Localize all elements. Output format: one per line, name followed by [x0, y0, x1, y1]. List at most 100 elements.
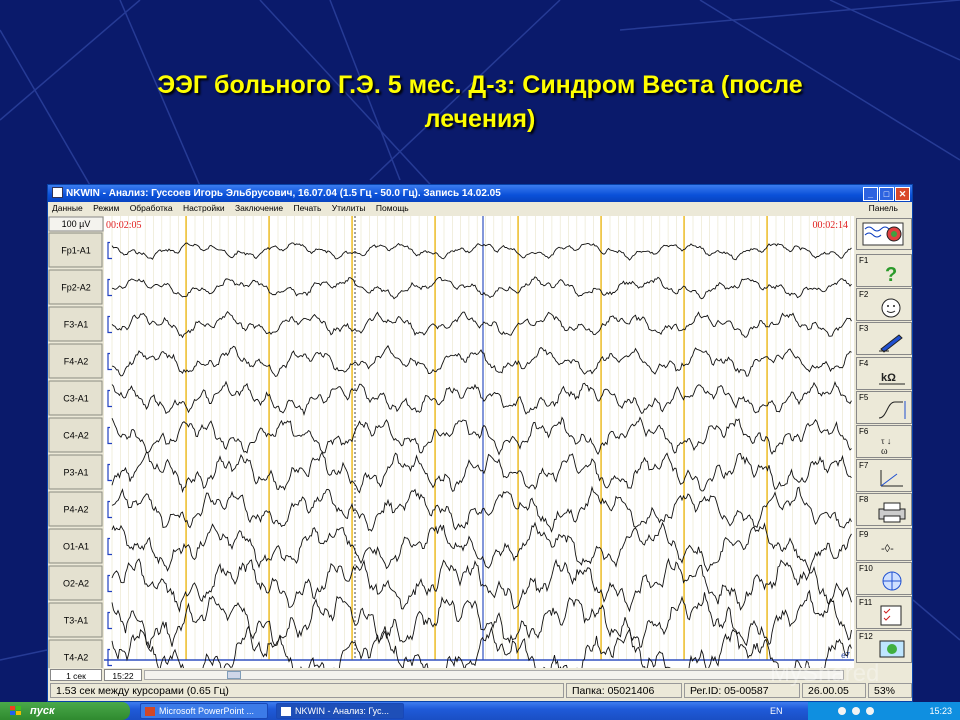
windows-logo-icon: [10, 706, 21, 715]
scroll-thumb[interactable]: [227, 671, 241, 679]
horizontal-scrollbar[interactable]: [144, 670, 844, 680]
nkwin-window: NKWIN - Анализ: Гуссоев Игорь Эльбрусови…: [47, 184, 913, 702]
clock: 15:23: [929, 706, 952, 716]
fkey-label: F1: [859, 256, 869, 265]
time-right: 00:02:14: [812, 220, 848, 231]
printer-icon: [878, 502, 906, 523]
fkey-label: F4: [859, 358, 869, 368]
fkey-f4-button[interactable]: F4 kΩ: [856, 356, 912, 390]
montage-view-button[interactable]: [856, 218, 912, 250]
close-button[interactable]: ✕: [895, 187, 910, 201]
maximize-button[interactable]: □: [879, 187, 894, 201]
menu-mode[interactable]: Режим: [93, 203, 119, 213]
menu-panel[interactable]: Панель: [869, 202, 898, 215]
fkey-label: F3: [859, 324, 869, 334]
menubar: Данные Режим Обработка Настройки Заключе…: [48, 202, 912, 215]
fkey-f8-button[interactable]: F8: [856, 493, 912, 527]
fkey-f7-button[interactable]: F7: [856, 459, 912, 493]
tray-icon-3[interactable]: [866, 707, 874, 715]
eeg-trace: [111, 625, 852, 668]
start-button[interactable]: пуск: [0, 702, 130, 720]
watermark: MyShared: [770, 660, 880, 687]
eeg-trace: [111, 451, 852, 494]
taskbar: пуск Microsoft PowerPoint ... NKWIN - Ан…: [0, 702, 960, 720]
menu-data[interactable]: Данные: [52, 203, 83, 213]
channel-label: O1-A1: [63, 542, 89, 552]
svg-text:-◊-: -◊-: [881, 543, 894, 555]
brain-map-icon: [862, 222, 904, 246]
minimize-button[interactable]: _: [863, 187, 878, 201]
eeg-trace: [111, 521, 852, 574]
fkey-f1-button[interactable]: F1?: [856, 254, 912, 287]
pen-icon: [879, 334, 903, 354]
calibration-icon: [878, 400, 906, 419]
fkey-label: F5: [859, 392, 869, 402]
eeg-traces-canvas[interactable]: 100 µV 00:02:05 00:02:14e7Fp1-A1Fp2-A2F3-A…: [48, 216, 854, 668]
svg-text:kΩ: kΩ: [881, 372, 896, 384]
window-title: NKWIN - Анализ: Гуссоев Игорь Эльбрусови…: [66, 188, 501, 199]
app-icon: [52, 187, 63, 198]
time-constant-icon: τ ↓ω: [881, 436, 891, 456]
calibration-mark: [107, 537, 112, 556]
menu-settings[interactable]: Настройки: [183, 203, 225, 213]
tray-icon-1[interactable]: [838, 707, 846, 715]
menu-processing[interactable]: Обработка: [130, 203, 173, 213]
channel-label: C4-A2: [63, 431, 89, 441]
slide-title: ЭЭГ больного Г.Э. 5 мес. Д-з: Синдром Ве…: [60, 68, 900, 136]
fkey-f9-button[interactable]: F9 -◊-: [856, 527, 912, 561]
calibration-mark: [107, 389, 112, 408]
calibration-mark: [107, 278, 112, 297]
help-icon: ?: [885, 264, 897, 285]
channel-label: P4-A2: [63, 505, 88, 515]
fkey-f3-button[interactable]: F3: [856, 322, 912, 356]
time-left: 00:02:05: [106, 220, 142, 231]
window-titlebar[interactable]: NKWIN - Анализ: Гуссоев Игорь Эльбрусови…: [48, 185, 912, 202]
menu-help[interactable]: Помощь: [376, 203, 409, 213]
tray-icon-2[interactable]: [852, 707, 860, 715]
slide-title-line2: лечения): [424, 105, 536, 133]
svg-text:?: ?: [885, 264, 897, 285]
fkey-f6-button[interactable]: F6 τ ↓ ω: [856, 425, 912, 458]
fkey-label: F8: [859, 495, 869, 505]
fkey-label: F2: [859, 290, 869, 300]
task-powerpoint[interactable]: Microsoft PowerPoint ...: [140, 703, 268, 719]
channel-label: C3-A1: [63, 394, 89, 404]
menu-conclusion[interactable]: Заключение: [235, 203, 283, 213]
fkey-f12-button[interactable]: F12: [856, 630, 912, 664]
fkey-f5-button[interactable]: F5: [856, 390, 912, 424]
nkwin-icon: [281, 707, 291, 716]
channel-label: P3-A1: [63, 468, 88, 478]
fkey-f2-button[interactable]: F2: [856, 288, 912, 322]
time-scale-box[interactable]: 1 сек: [50, 669, 102, 681]
menu-utilities[interactable]: Утилиты: [332, 203, 366, 213]
language-indicator[interactable]: EN: [770, 702, 783, 720]
start-label: пуск: [30, 705, 55, 717]
task-powerpoint-label: Microsoft PowerPoint ...: [159, 706, 255, 716]
calibration-mark: [107, 574, 112, 593]
calibration-mark: [107, 611, 112, 630]
globe-icon: [882, 571, 902, 591]
function-key-panel: F1? F2 F3 F4 kΩ F5 F6 τ ↓ ω F7 F8 F9 -◊- F10 F11 F12: [854, 216, 914, 668]
time-position-box[interactable]: 15:22: [104, 669, 142, 681]
calibration-mark: [107, 500, 112, 519]
eeg-display[interactable]: 100 µV 00:02:05 00:02:14 e7 Fp1-A1 Fp2-A2 F3-A…: [48, 216, 854, 668]
fkey-label: F12: [859, 632, 873, 642]
system-tray: EN 15:23: [770, 702, 960, 720]
channel-label: F3-A1: [64, 320, 89, 330]
channel-label: F4-A2: [64, 357, 89, 367]
channel-label: Fp2-A2: [61, 283, 91, 293]
channel-label: Fp1-A1: [61, 246, 91, 256]
eeg-trace: [111, 557, 852, 613]
fkey-label: F6: [859, 427, 869, 436]
eeg-trace: [111, 310, 852, 339]
calibration-mark: [107, 648, 112, 667]
task-nkwin[interactable]: NKWIN - Анализ: Гус...: [276, 703, 404, 719]
channel-label: T3-A1: [64, 616, 89, 626]
menu-print[interactable]: Печать: [294, 203, 322, 213]
svg-text:ω: ω: [881, 446, 888, 456]
task-nkwin-label: NKWIN - Анализ: Гус...: [295, 706, 390, 716]
eeg-trace: [111, 276, 852, 300]
fkey-f11-button[interactable]: F11: [856, 596, 912, 629]
eeg-trace: [111, 242, 852, 261]
fkey-f10-button[interactable]: F10: [856, 561, 912, 595]
